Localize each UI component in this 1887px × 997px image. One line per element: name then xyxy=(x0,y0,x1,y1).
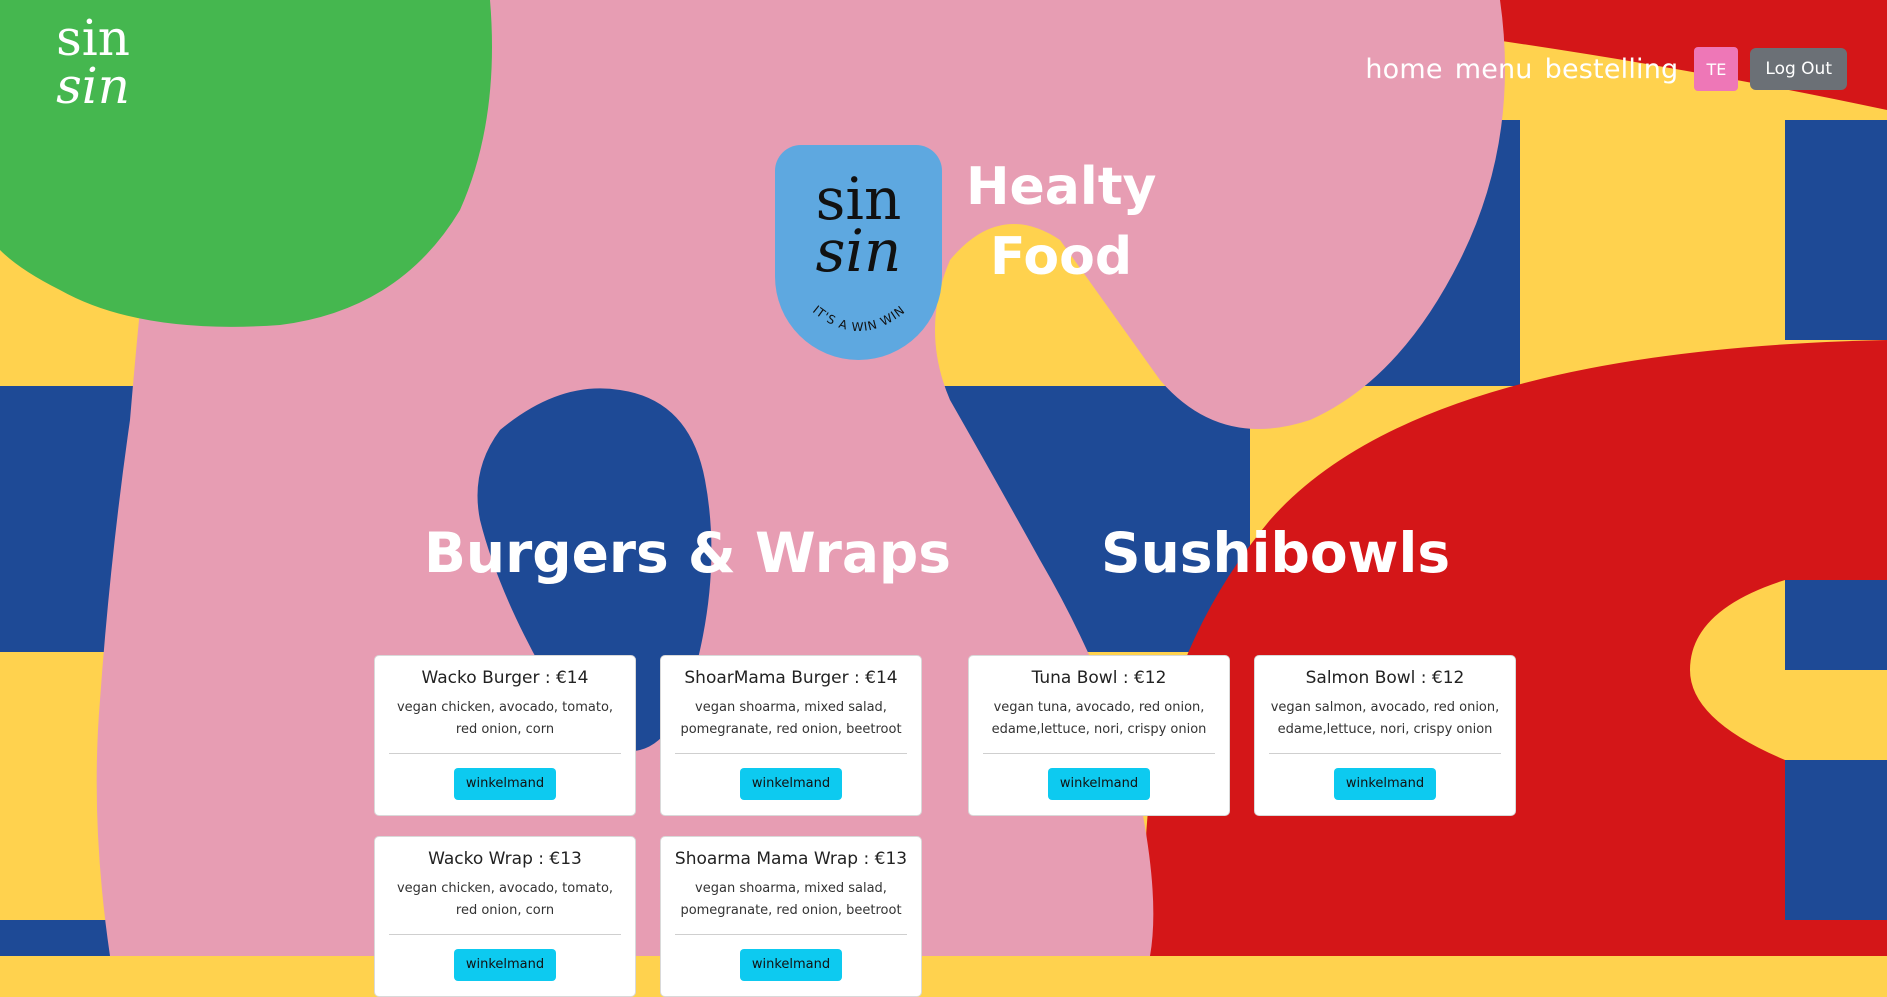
badge-tagline-arc: IT'S A WIN WIN xyxy=(810,303,908,334)
logout-button[interactable]: Log Out xyxy=(1750,48,1847,90)
add-to-cart-button[interactable]: winkelmand xyxy=(1047,768,1151,800)
brand-logo-line1: sin xyxy=(56,9,130,67)
card-title: Salmon Bowl : €12 xyxy=(1305,668,1465,688)
menu-card: ShoarMama Burger : €14 vegan shoarma, mi… xyxy=(660,655,922,816)
card-divider xyxy=(389,753,621,754)
nav-home-link[interactable]: home xyxy=(1365,54,1442,85)
brand-logo-line2: sin xyxy=(56,57,130,115)
brand-logo[interactable]: sin sin xyxy=(38,9,148,115)
card-description: vegan chicken, avocado, tomato, red onio… xyxy=(389,697,621,741)
card-title: Shoarma Mama Wrap : €13 xyxy=(674,849,908,869)
hero-badge-logo: sin sin IT'S A WIN WIN xyxy=(775,145,942,360)
main-nav: home menu bestelling TE Log Out xyxy=(1365,47,1847,91)
section-title-burgers: Burgers & Wraps xyxy=(424,521,952,585)
section-title-sushi: Sushibowls xyxy=(1101,521,1451,585)
card-divider xyxy=(389,934,621,935)
nav-menu-link[interactable]: menu xyxy=(1455,54,1533,85)
menu-card: Salmon Bowl : €12 vegan salmon, avocado,… xyxy=(1254,655,1516,816)
card-divider xyxy=(1269,753,1501,754)
menu-card: Wacko Wrap : €13 vegan chicken, avocado,… xyxy=(374,836,636,997)
badge-tagline: IT'S A WIN WIN xyxy=(810,303,907,334)
hero-title-line2: Food xyxy=(990,227,1133,287)
card-divider xyxy=(675,934,907,935)
card-description: vegan shoarma, mixed salad, pomegranate,… xyxy=(675,878,907,922)
card-description: vegan salmon, avocado, red onion, edame,… xyxy=(1269,697,1501,741)
card-title: Wacko Burger : €14 xyxy=(421,668,589,688)
hero-title-line1: Healty xyxy=(966,157,1157,217)
card-description: vegan shoarma, mixed salad, pomegranate,… xyxy=(675,697,907,741)
card-desc-line2: pomegranate, red onion, beetroot xyxy=(680,903,902,918)
background-pattern xyxy=(0,0,1887,956)
card-desc-line1: vegan shoarma, mixed salad, xyxy=(695,881,887,896)
card-title: ShoarMama Burger : €14 xyxy=(684,668,898,688)
card-desc-line1: vegan shoarma, mixed salad, xyxy=(695,700,887,715)
add-to-cart-button[interactable]: winkelmand xyxy=(739,949,843,981)
card-desc-line1: vegan chicken, avocado, tomato, xyxy=(396,881,614,896)
card-desc-line2: pomegranate, red onion, beetroot xyxy=(680,722,902,737)
nav-order-link[interactable]: bestelling xyxy=(1545,54,1679,85)
add-to-cart-button[interactable]: winkelmand xyxy=(453,949,557,981)
card-divider xyxy=(983,753,1215,754)
card-divider xyxy=(675,753,907,754)
menu-card: Wacko Burger : €14 vegan chicken, avocad… xyxy=(374,655,636,816)
menu-card: Shoarma Mama Wrap : €13 vegan shoarma, m… xyxy=(660,836,922,997)
add-to-cart-button[interactable]: winkelmand xyxy=(453,768,557,800)
hero-title: Healty Food xyxy=(966,152,1156,292)
add-to-cart-button[interactable]: winkelmand xyxy=(739,768,843,800)
add-to-cart-button[interactable]: winkelmand xyxy=(1333,768,1437,800)
card-title: Wacko Wrap : €13 xyxy=(428,849,582,869)
card-description: vegan chicken, avocado, tomato, red onio… xyxy=(389,878,621,922)
card-desc-line2: red onion, corn xyxy=(455,722,555,737)
svg-text:IT'S A WIN WIN: IT'S A WIN WIN xyxy=(810,303,908,334)
card-desc-line2: edame,lettuce, nori, crispy onion xyxy=(991,722,1207,737)
user-avatar[interactable]: TE xyxy=(1694,47,1739,91)
card-description: vegan tuna, avocado, red onion, edame,le… xyxy=(983,697,1215,741)
card-desc-line2: edame,lettuce, nori, crispy onion xyxy=(1277,722,1493,737)
card-desc-line1: vegan tuna, avocado, red onion, xyxy=(993,700,1205,715)
card-title: Tuna Bowl : €12 xyxy=(1031,668,1167,688)
card-desc-line2: red onion, corn xyxy=(455,903,555,918)
menu-card: Tuna Bowl : €12 vegan tuna, avocado, red… xyxy=(968,655,1230,816)
card-desc-line1: vegan salmon, avocado, red onion, xyxy=(1270,700,1500,715)
card-desc-line1: vegan chicken, avocado, tomato, xyxy=(396,700,614,715)
